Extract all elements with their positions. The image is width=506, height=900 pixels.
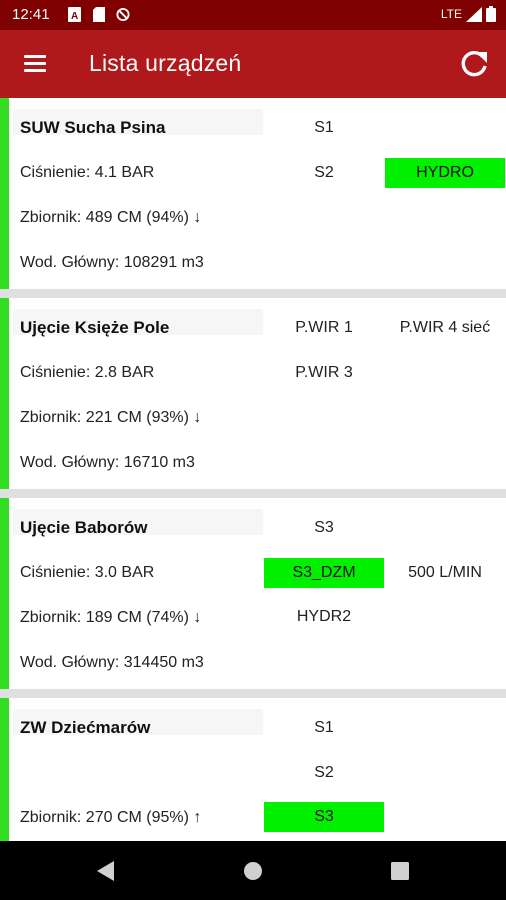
tank-label: Zbiornik: 189 CM (74%) ↓ <box>20 609 202 626</box>
pressure-label: Ciśnienie: 4.1 BAR <box>20 164 155 181</box>
status-cell-flow: 500 L/MIN <box>408 564 482 581</box>
recents-icon[interactable] <box>384 855 416 887</box>
battery-icon <box>486 6 496 22</box>
notification-icons: A <box>68 7 130 22</box>
status-right: LTE <box>441 6 496 22</box>
device-card[interactable]: Ujęcie Baborów Ciśnienie: 3.0 BAR Zbiorn… <box>0 498 506 689</box>
device-name: Ujęcie Baborów <box>20 518 148 537</box>
device-card[interactable]: SUW Sucha Psina Ciśnienie: 4.1 BAR Zbior… <box>0 98 506 289</box>
do-not-disturb-icon <box>116 7 130 22</box>
status-cell-pwir4: P.WIR 4 sieć <box>399 319 491 336</box>
app-bar: Lista urządzeń <box>0 30 506 98</box>
network-type: LTE <box>440 7 462 21</box>
main-water-label: Wod. Główny: 16710 m3 <box>20 454 195 471</box>
status-cell-pwir3: P.WIR 3 <box>295 364 353 381</box>
tank-label: Zbiornik: 221 CM (93%) ↓ <box>20 409 202 426</box>
status-cell-pwir1: P.WIR 1 <box>295 319 353 336</box>
sd-card-icon <box>93 7 105 22</box>
status-cell-s3: S3 <box>314 519 334 536</box>
device-name: Ujęcie Księże Pole <box>20 318 170 337</box>
status-cell-s2: S2 <box>314 164 334 181</box>
page-title: Lista urządzeń <box>89 50 242 76</box>
status-cell-hydr2: HYDR2 <box>296 608 352 625</box>
sim-card-icon: A <box>68 7 81 22</box>
status-bar: 12:41 A LTE <box>0 0 506 30</box>
status-cell-s1: S1 <box>314 119 334 136</box>
device-card[interactable]: Ujęcie Księże Pole Ciśnienie: 2.8 BAR Zb… <box>0 298 506 489</box>
device-name: ZW Dziećmarów <box>20 718 151 737</box>
navigation-bar <box>0 841 506 900</box>
status-time: 12:41 <box>12 6 50 23</box>
back-icon[interactable] <box>90 855 122 887</box>
signal-icon <box>466 6 482 22</box>
tank-label: Zbiornik: 489 CM (94%) ↓ <box>20 209 202 226</box>
tank-label: Zbiornik: 270 CM (95%) ↑ <box>20 809 202 826</box>
status-cell-hydro: HYDRO <box>385 158 505 188</box>
pressure-label: Ciśnienie: 3.0 BAR <box>20 564 155 581</box>
svg-text:A: A <box>71 11 78 22</box>
main-water-label: Wod. Główny: 108291 m3 <box>20 254 204 271</box>
home-icon[interactable] <box>237 855 269 887</box>
device-name: SUW Sucha Psina <box>20 118 166 137</box>
refresh-icon[interactable] <box>456 46 492 82</box>
status-cell-s3-dzm: S3_DZM <box>264 558 384 588</box>
pressure-label: Ciśnienie: 2.8 BAR <box>20 364 155 381</box>
status-cell-s3: S3 <box>264 802 384 832</box>
status-cell-s2: S2 <box>314 764 334 781</box>
status-cell-s1: S1 <box>314 719 334 736</box>
main-water-label: Wod. Główny: 314450 m3 <box>20 654 204 671</box>
menu-icon[interactable] <box>16 48 54 80</box>
